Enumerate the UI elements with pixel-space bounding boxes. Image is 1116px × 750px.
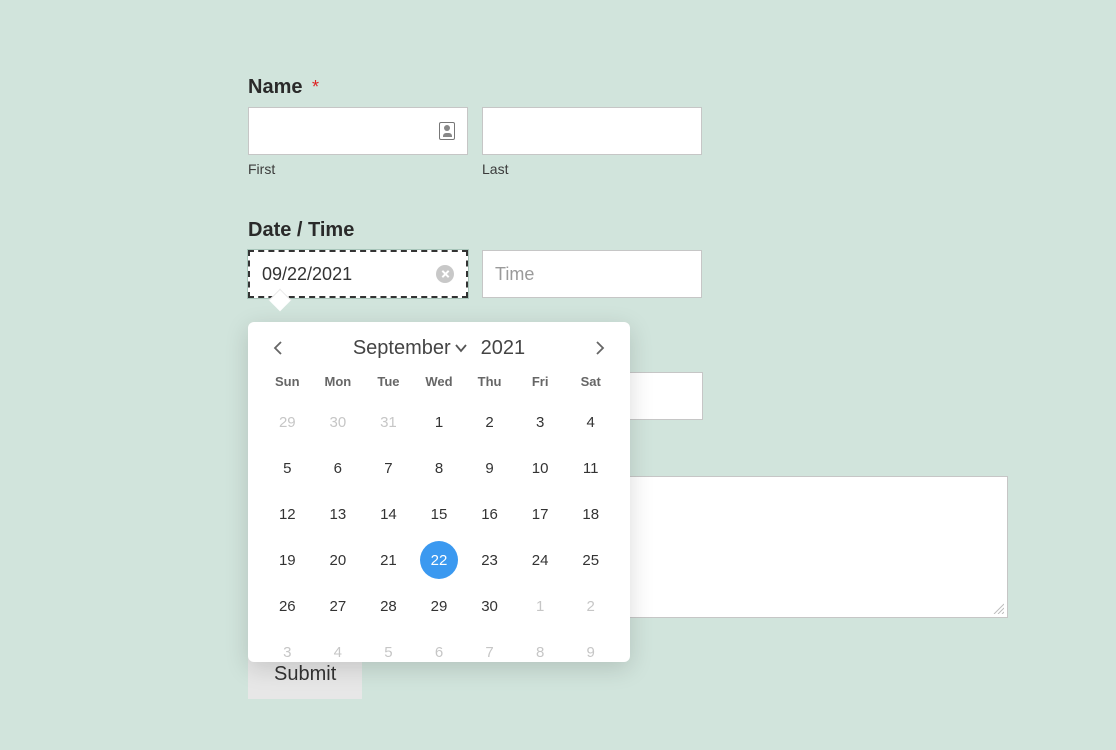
calendar-day[interactable]: 23 <box>464 537 515 583</box>
date-input-value: 09/22/2021 <box>262 264 352 285</box>
calendar-day[interactable]: 14 <box>363 491 414 537</box>
calendar-day: 4 <box>313 629 364 675</box>
calendar-day[interactable]: 5 <box>262 445 313 491</box>
calendar-day[interactable]: 16 <box>464 491 515 537</box>
calendar-day[interactable]: 9 <box>464 445 515 491</box>
calendar-day[interactable]: 4 <box>565 399 616 445</box>
time-input[interactable]: Time <box>482 250 702 298</box>
datetime-label: Date / Time <box>248 219 1008 242</box>
contact-card-icon <box>439 122 455 140</box>
calendar-day[interactable]: 17 <box>515 491 566 537</box>
calendar-day: 31 <box>363 399 414 445</box>
calendar-day[interactable]: 6 <box>313 445 364 491</box>
dow-mon: Mon <box>313 368 364 399</box>
calendar-day[interactable]: 11 <box>565 445 616 491</box>
calendar-month-label: September <box>353 337 451 360</box>
calendar-day[interactable]: 15 <box>414 491 465 537</box>
calendar-day[interactable]: 28 <box>363 583 414 629</box>
popup-notch <box>269 289 292 312</box>
calendar-day[interactable]: 2 <box>464 399 515 445</box>
calendar-day: 6 <box>414 629 465 675</box>
calendar-day[interactable]: 1 <box>414 399 465 445</box>
calendar-day: 2 <box>565 583 616 629</box>
calendar-day: 8 <box>515 629 566 675</box>
calendar-day: 29 <box>262 399 313 445</box>
dow-sun: Sun <box>262 368 313 399</box>
calendar-day[interactable]: 3 <box>515 399 566 445</box>
calendar-day[interactable]: 29 <box>414 583 465 629</box>
calendar-day[interactable]: 19 <box>262 537 313 583</box>
first-name-input[interactable] <box>248 107 468 155</box>
calendar-day[interactable]: 13 <box>313 491 364 537</box>
next-month-button[interactable] <box>588 336 612 360</box>
calendar-day[interactable]: 12 <box>262 491 313 537</box>
calendar-day: 1 <box>515 583 566 629</box>
calendar-day[interactable]: 7 <box>363 445 414 491</box>
calendar-day[interactable]: 10 <box>515 445 566 491</box>
calendar-day[interactable]: 27 <box>313 583 364 629</box>
calendar-day[interactable]: 8 <box>414 445 465 491</box>
first-name-caption: First <box>248 161 468 177</box>
last-name-caption: Last <box>482 161 702 177</box>
calendar-day[interactable]: 20 <box>313 537 364 583</box>
chevron-right-icon <box>595 341 605 355</box>
dow-tue: Tue <box>363 368 414 399</box>
calendar-day[interactable]: 30 <box>464 583 515 629</box>
name-label-text: Name <box>248 76 302 98</box>
time-placeholder: Time <box>495 264 534 285</box>
name-label: Name * <box>248 76 1008 99</box>
prev-month-button[interactable] <box>266 336 290 360</box>
calendar-grid: Sun Mon Tue Wed Thu Fri Sat 29 30 31 1 2… <box>262 368 616 675</box>
calendar-year-label[interactable]: 2021 <box>481 337 526 360</box>
chevron-left-icon <box>273 341 283 355</box>
calendar-day[interactable]: 18 <box>565 491 616 537</box>
calendar-day[interactable]: 25 <box>565 537 616 583</box>
dow-sat: Sat <box>565 368 616 399</box>
calendar-day[interactable]: 21 <box>363 537 414 583</box>
dow-thu: Thu <box>464 368 515 399</box>
calendar-day-selected[interactable]: 22 <box>414 537 465 583</box>
calendar-day[interactable]: 26 <box>262 583 313 629</box>
calendar-day[interactable]: 24 <box>515 537 566 583</box>
calendar-day: 7 <box>464 629 515 675</box>
date-picker-popup: September 2021 Sun Mon Tue Wed Thu Fri S… <box>248 322 630 662</box>
date-input[interactable]: 09/22/2021 <box>248 250 468 298</box>
last-name-input[interactable] <box>482 107 702 155</box>
calendar-day: 5 <box>363 629 414 675</box>
calendar-day: 3 <box>262 629 313 675</box>
clear-date-icon[interactable] <box>436 265 454 283</box>
calendar-day: 30 <box>313 399 364 445</box>
chevron-down-icon <box>455 343 467 353</box>
calendar-day: 9 <box>565 629 616 675</box>
month-select[interactable]: September <box>353 337 467 360</box>
dow-fri: Fri <box>515 368 566 399</box>
resize-grip-icon <box>992 602 1004 614</box>
required-star: * <box>312 77 319 97</box>
dow-wed: Wed <box>414 368 465 399</box>
